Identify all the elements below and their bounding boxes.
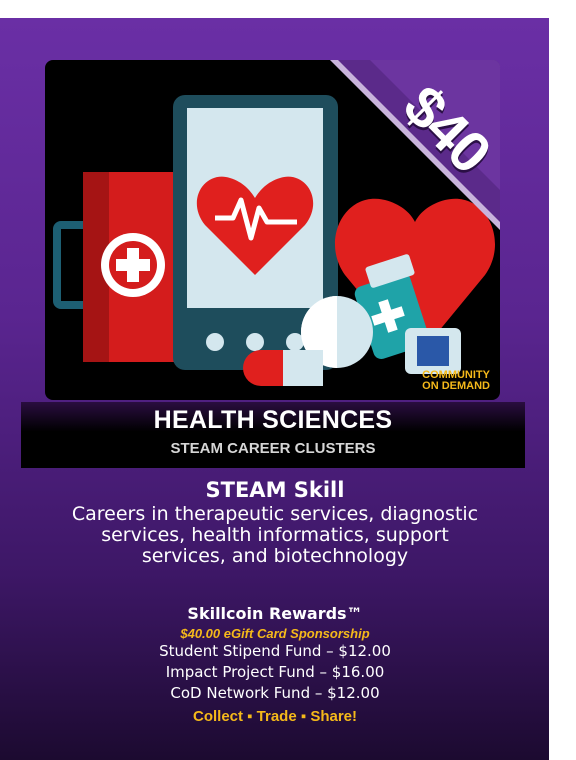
rewards-section: Skillcoin Rewards™ $40.00 eGift Card Spo… (60, 604, 490, 725)
skill-description: Careers in therapeutic services, diagnos… (71, 503, 479, 567)
card-title: HEALTH SCIENCES (153, 406, 393, 434)
sponsorship-text: $40.00 eGift Card Sponsorship (180, 626, 370, 641)
gift-card: $40 COMMUNITY ON DEMAND HEALTH SCIENCES … (0, 18, 549, 760)
logo-line-2: ON DEMAND (422, 380, 490, 392)
card-artwork: $40 COMMUNITY ON DEMAND (45, 60, 500, 400)
fund-line: CoD Network Fund – $12.00 (170, 684, 380, 702)
skill-section: STEAM Skill Careers in therapeutic servi… (60, 478, 490, 567)
card-subtitle: STEAM CAREER CLUSTERS (170, 440, 376, 457)
fund-line: Student Stipend Fund – $12.00 (159, 642, 391, 660)
price-badge: $40 (330, 60, 500, 230)
fund-line: Impact Project Fund – $16.00 (165, 663, 385, 681)
rewards-title: Skillcoin Rewards™ (187, 604, 363, 623)
community-on-demand-logo: COMMUNITY ON DEMAND (422, 370, 490, 392)
skill-title: STEAM Skill (205, 478, 345, 502)
call-to-action: Collect ▪ Trade ▪ Share! (192, 708, 358, 725)
title-band: HEALTH SCIENCES STEAM CAREER CLUSTERS (21, 402, 525, 468)
